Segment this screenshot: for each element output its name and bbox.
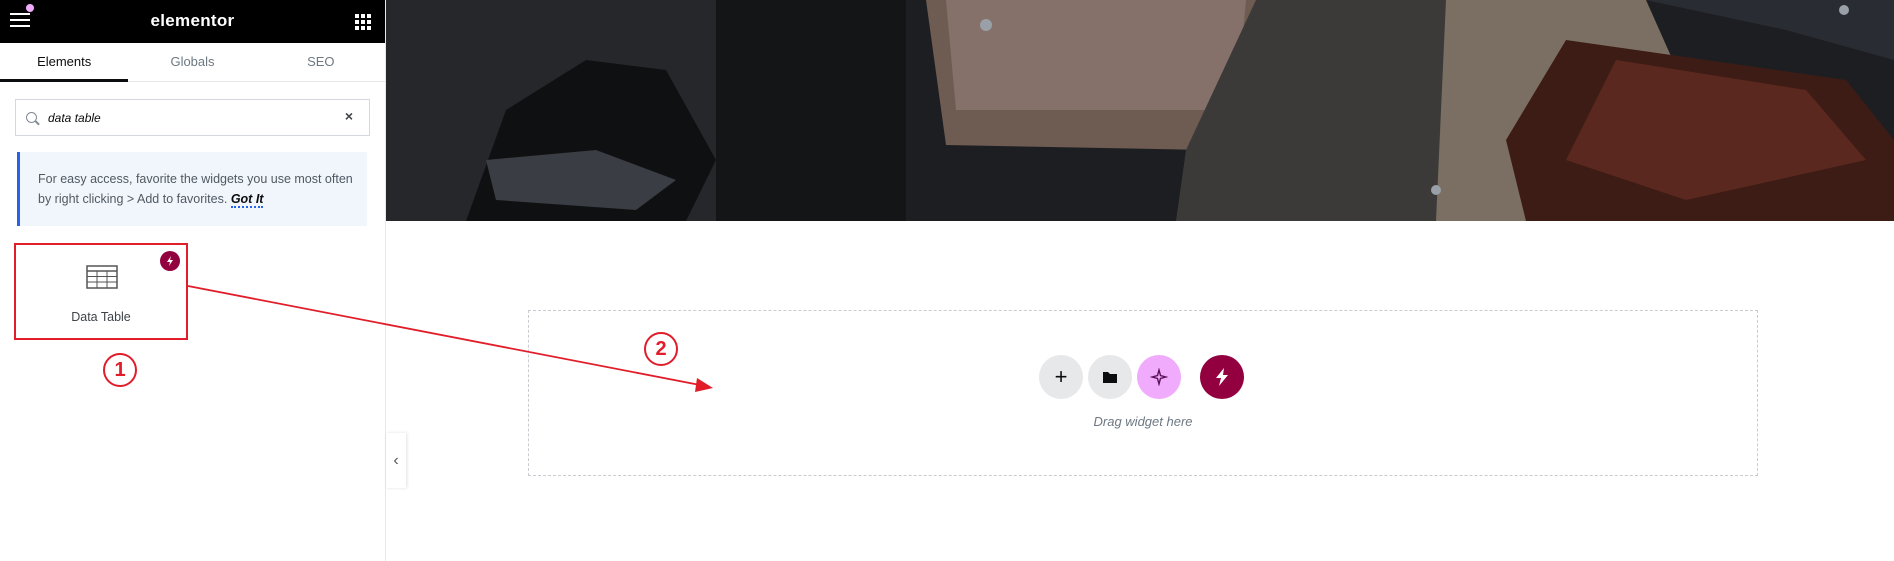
panel-tabs: Elements Globals SEO [0,43,385,82]
pro-elements-icon [1216,368,1228,386]
search-box: × [15,99,370,136]
plus-icon: + [1054,364,1068,389]
add-section-button[interactable]: + [1039,355,1083,399]
tab-seo[interactable]: SEO [257,43,385,81]
pro-elements-button[interactable] [1200,355,1244,399]
editor-panel: elementor Elements Globals SEO × For eas… [0,0,386,561]
step-2-marker: 2 [644,332,678,366]
ai-generate-button[interactable] [1137,355,1181,399]
widget-label: Data Table [71,310,131,324]
got-it-link[interactable]: Got It [230,192,264,208]
widgets-grid-icon[interactable] [355,14,371,30]
search-icon [26,112,37,123]
sparkle-icon [1150,368,1168,386]
hero-image [386,0,1894,221]
drop-area[interactable]: + Drag widget here [528,310,1758,476]
table-icon [86,265,118,294]
folder-icon [1103,372,1117,383]
drag-hint: Drag widget here [1093,414,1193,429]
tab-elements[interactable]: Elements [0,43,129,82]
widget-data-table[interactable]: Data Table [14,243,188,340]
pro-badge-icon [160,251,180,271]
brand-logo: elementor [150,11,235,30]
step-1-marker: 1 [103,353,137,387]
tab-globals[interactable]: Globals [128,43,256,81]
template-library-button[interactable] [1088,355,1132,399]
search-input[interactable] [46,108,336,128]
collapse-panel-button[interactable]: ‹ [386,433,406,488]
favorites-notice: For easy access, favorite the widgets yo… [17,152,367,226]
clear-search-icon[interactable]: × [345,108,353,124]
panel-header: elementor [0,0,385,43]
notice-text: For easy access, favorite the widgets yo… [38,172,353,206]
